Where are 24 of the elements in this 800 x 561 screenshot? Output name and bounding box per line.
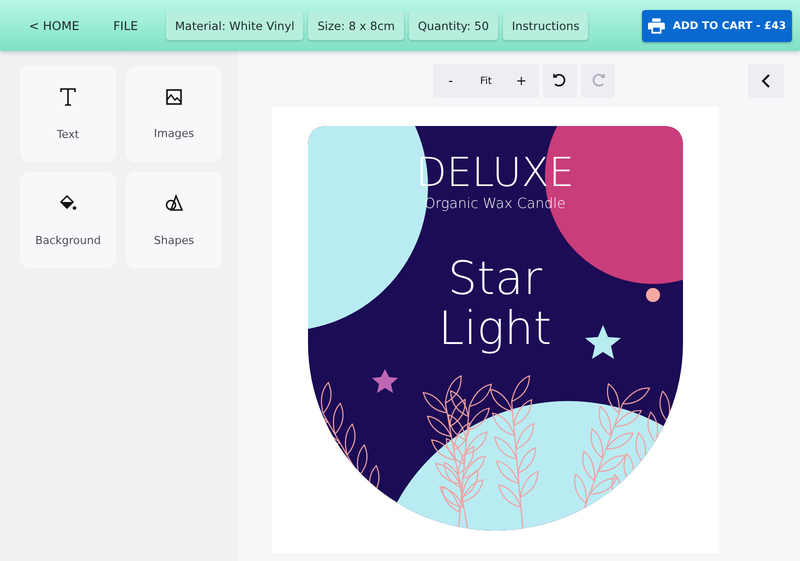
undo-button[interactable] — [543, 64, 577, 98]
option-button[interactable]: Material: White Vinyl — [166, 11, 304, 40]
option-button[interactable]: Instructions — [502, 11, 588, 40]
home-link[interactable]: < HOME — [29, 18, 80, 32]
paint-bucket-icon — [59, 194, 77, 212]
file-menu[interactable]: FILE — [113, 18, 138, 32]
text-icon — [59, 88, 77, 106]
zoom-out-button[interactable]: - — [433, 64, 468, 98]
printer-icon — [648, 16, 665, 34]
tool-button[interactable]: Images — [126, 66, 222, 162]
undo-icon — [553, 74, 567, 88]
image-icon — [166, 88, 182, 104]
zoom-fit-button[interactable]: Fit — [468, 64, 504, 98]
zoom-in-button[interactable]: + — [504, 64, 539, 98]
tool-button[interactable]: Shapes — [126, 172, 222, 268]
shapes-icon — [165, 194, 183, 212]
tool-button[interactable]: Text — [20, 66, 116, 162]
add-to-cart-button[interactable]: ADD TO CART - £43 — [642, 10, 792, 42]
tool-button[interactable]: Background — [20, 172, 116, 268]
chevron-left-icon — [761, 74, 771, 88]
collapse-panel-button[interactable] — [748, 64, 784, 98]
option-button[interactable]: Quantity: 50 — [408, 11, 498, 40]
redo-icon — [591, 74, 605, 88]
option-button[interactable]: Size: 8 x 8cm — [308, 11, 404, 40]
